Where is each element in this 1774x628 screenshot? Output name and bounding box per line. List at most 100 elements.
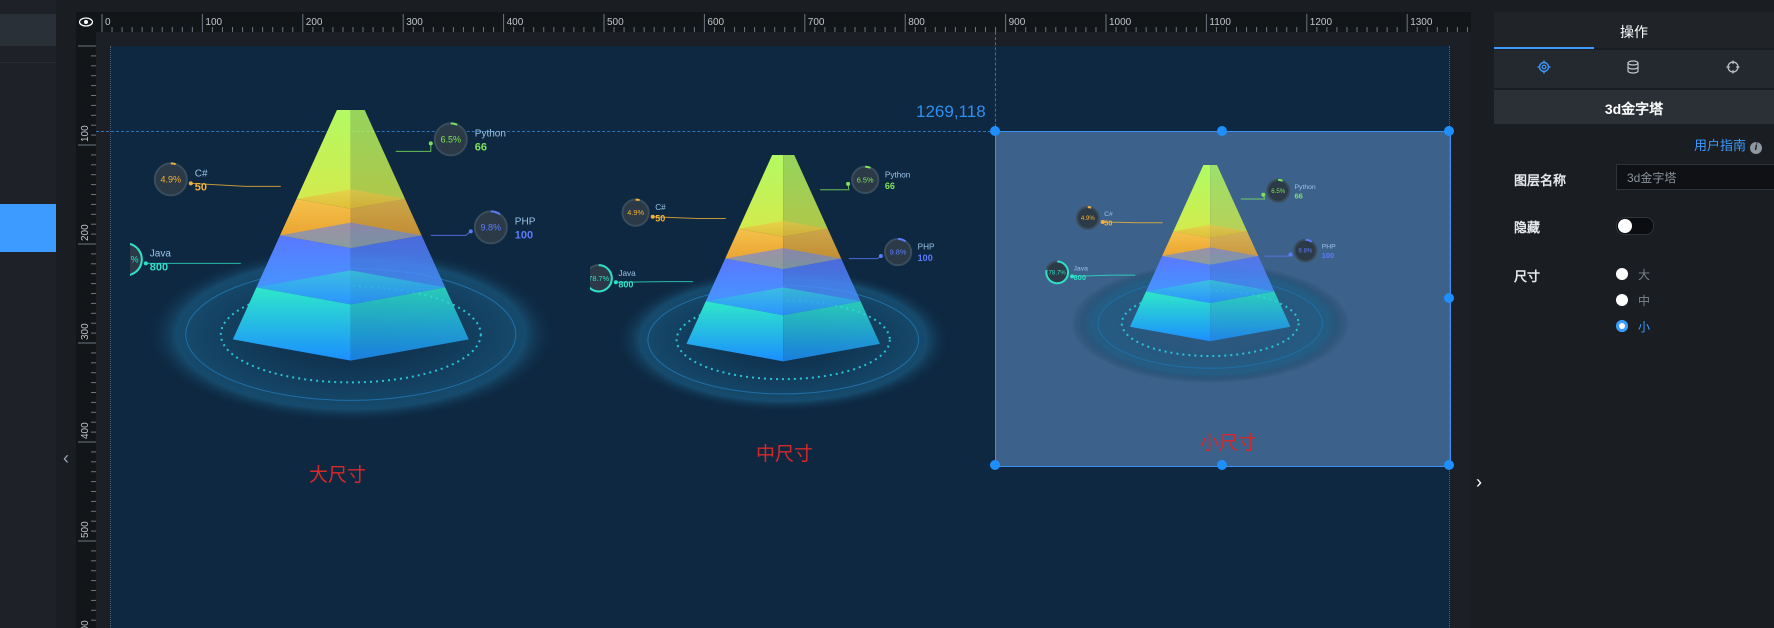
eye-icon[interactable]: [76, 12, 96, 32]
ruler-tick-label: 100: [205, 17, 222, 28]
ruler-tick-label: 1000: [1109, 17, 1132, 28]
ruler-tick-label: 1100: [1209, 17, 1231, 28]
resize-handle-ne[interactable]: [1444, 126, 1454, 136]
pyramid-label-dot: [143, 261, 148, 266]
radio-dot-selected: [1616, 320, 1628, 332]
pyramid-label-dot: [846, 181, 851, 186]
resize-handle-nw[interactable]: [990, 126, 1000, 136]
pyramid-item-name: C#: [195, 168, 208, 179]
ruler-tick-label: 0: [105, 17, 111, 28]
resize-handle-sw[interactable]: [990, 460, 1000, 470]
pyramid-item-value: 100: [515, 229, 533, 241]
panel-section-header: 3d金字塔: [1494, 90, 1774, 124]
config-panel: 操作 3d金字塔 用户指南 i 图层名称 隐藏 尺寸 大 中 小: [1494, 12, 1774, 628]
pyramid-ring-gauge-arc: [635, 198, 640, 202]
ruler-tick-label: 600: [707, 17, 724, 28]
ruler-tick-label: 500: [607, 17, 624, 28]
pyramid-label-leader: [848, 255, 882, 260]
radio-label: 小: [1638, 320, 1651, 334]
crosshair-icon[interactable]: [1726, 60, 1740, 78]
ruler-tick-label: 700: [808, 17, 825, 28]
radio-dot: [1616, 268, 1628, 280]
pyramid-item-value: 800: [1074, 273, 1086, 282]
toggle-knob: [1618, 219, 1632, 233]
layer-name-input[interactable]: [1616, 164, 1774, 190]
pyramid-percent-label: 78.7%: [1049, 269, 1067, 276]
pyramid-percent-label: 6.5%: [441, 134, 462, 144]
pyramid-percent-label: 9.8%: [890, 248, 907, 257]
pyramid-item-value: 66: [885, 181, 895, 191]
pyramid-item-value: 50: [655, 214, 665, 224]
ruler-horizontal-ticks: 0 100 200 300 400 500 600 700 800 900 1000 1100 1200…: [101, 14, 1468, 32]
resize-handle-se[interactable]: [1444, 460, 1454, 470]
left-sidebar-selected-item[interactable]: [0, 204, 56, 252]
pyramid-percent-label: 9.8%: [1298, 248, 1312, 255]
size-label: 尺寸: [1514, 269, 1541, 284]
resize-handle-s[interactable]: [1217, 460, 1227, 470]
pyramid-percent-label: 78.7%: [590, 274, 610, 283]
user-guide-link[interactable]: 用户指南 i: [1694, 135, 1762, 154]
pyramid-item-value: 800: [150, 261, 168, 273]
hidden-toggle[interactable]: [1616, 217, 1654, 235]
ruler-tick-label: 600: [80, 620, 91, 628]
pyramid-percent-label: 4.9%: [161, 174, 182, 184]
divider: [0, 62, 56, 63]
pyramid-item-name: C#: [1104, 211, 1113, 218]
pyramid-label-leader: [1264, 254, 1291, 257]
resize-handle-n[interactable]: [1217, 126, 1227, 136]
pyramid-item-name: Java: [618, 269, 636, 278]
pyramid-label-dot: [188, 181, 193, 186]
ruler-vertical: 100 200 300 400 500 600: [76, 32, 96, 628]
ruler-tick-label: 800: [908, 17, 925, 28]
ruler-tick-label: 400: [507, 17, 524, 28]
size-label-medium: 中尺寸: [756, 443, 814, 465]
collapse-right-chevron-icon[interactable]: ›: [1471, 470, 1487, 494]
pyramid-percent-label: 9.8%: [481, 222, 502, 232]
pyramid-label-dot: [878, 254, 883, 259]
pyramid-percent-label: 4.9%: [627, 208, 644, 217]
settings-icon[interactable]: [1537, 60, 1551, 78]
pyramid-label-leader: [395, 143, 432, 152]
database-icon[interactable]: [1627, 60, 1639, 78]
ruler-tick-label: 1200: [1310, 17, 1333, 28]
pyramid-label-dot: [468, 229, 473, 234]
component-name: 3d金字塔: [1604, 101, 1664, 117]
pyramid-large[interactable]: 6.5% Python 66 4.9% C# 50 9.8% PHP 100 78.7% Java 8…: [130, 110, 610, 450]
pyramid-label-dot: [650, 214, 655, 219]
pyramid-item-value: 50: [195, 181, 207, 193]
size-label-large: 大尺寸: [309, 464, 367, 486]
ruler-tick-label: 100: [80, 125, 91, 142]
pyramid-label-leader: [430, 231, 472, 236]
pyramid-label-leader: [1240, 194, 1266, 200]
pyramid-item-name: PHP: [918, 243, 935, 252]
panel-title: 操作: [1620, 24, 1648, 40]
pyramid-item-name: PHP: [1322, 244, 1336, 251]
pyramid-ring-gauge-arc: [1087, 206, 1092, 209]
pyramid-item-name: Python: [1295, 184, 1316, 191]
ruler-tick-label: 1300: [1410, 17, 1433, 28]
pyramid-label-dot: [1261, 192, 1266, 197]
user-guide-label: 用户指南: [1693, 138, 1746, 153]
pyramid-label-dot: [1288, 252, 1293, 257]
pyramid-item-name: Java: [1074, 265, 1089, 272]
pyramid-percent-label: 6.5%: [1271, 188, 1285, 195]
ruler-tick-label: 300: [80, 323, 91, 340]
pyramid-ring-gauge-arc: [865, 165, 871, 169]
pyramid-small[interactable]: 6.5% Python66 4.9% C#50 9.8% PHP100 78.7% Java8…: [1040, 165, 1410, 405]
ruler-tick-label: 900: [1009, 17, 1026, 28]
left-sidebar-tab[interactable]: [0, 14, 56, 46]
left-sidebar: [0, 0, 56, 628]
pyramid-item-name: PHP: [515, 216, 536, 227]
radio-dot: [1616, 294, 1628, 306]
panel-title-underline: [1494, 47, 1594, 49]
resize-handle-e[interactable]: [1444, 293, 1454, 303]
pyramid-ring-gauge-arc: [1278, 178, 1283, 182]
panel-header: 操作: [1494, 12, 1774, 49]
panel-tabs: [1494, 50, 1774, 88]
layer-name-label: 图层名称: [1514, 173, 1567, 188]
collapse-left-chevron-icon[interactable]: ‹: [58, 446, 74, 470]
pyramid-medium[interactable]: 6.5% Python 66 4.9% C# 50 9.8% PHP100 78.7% Java8…: [590, 155, 1010, 435]
ruler-tick-label: 500: [80, 521, 91, 538]
pyramid-percent-label: 6.5%: [857, 175, 874, 184]
pyramid-ring-gauge-arc: [170, 162, 176, 166]
